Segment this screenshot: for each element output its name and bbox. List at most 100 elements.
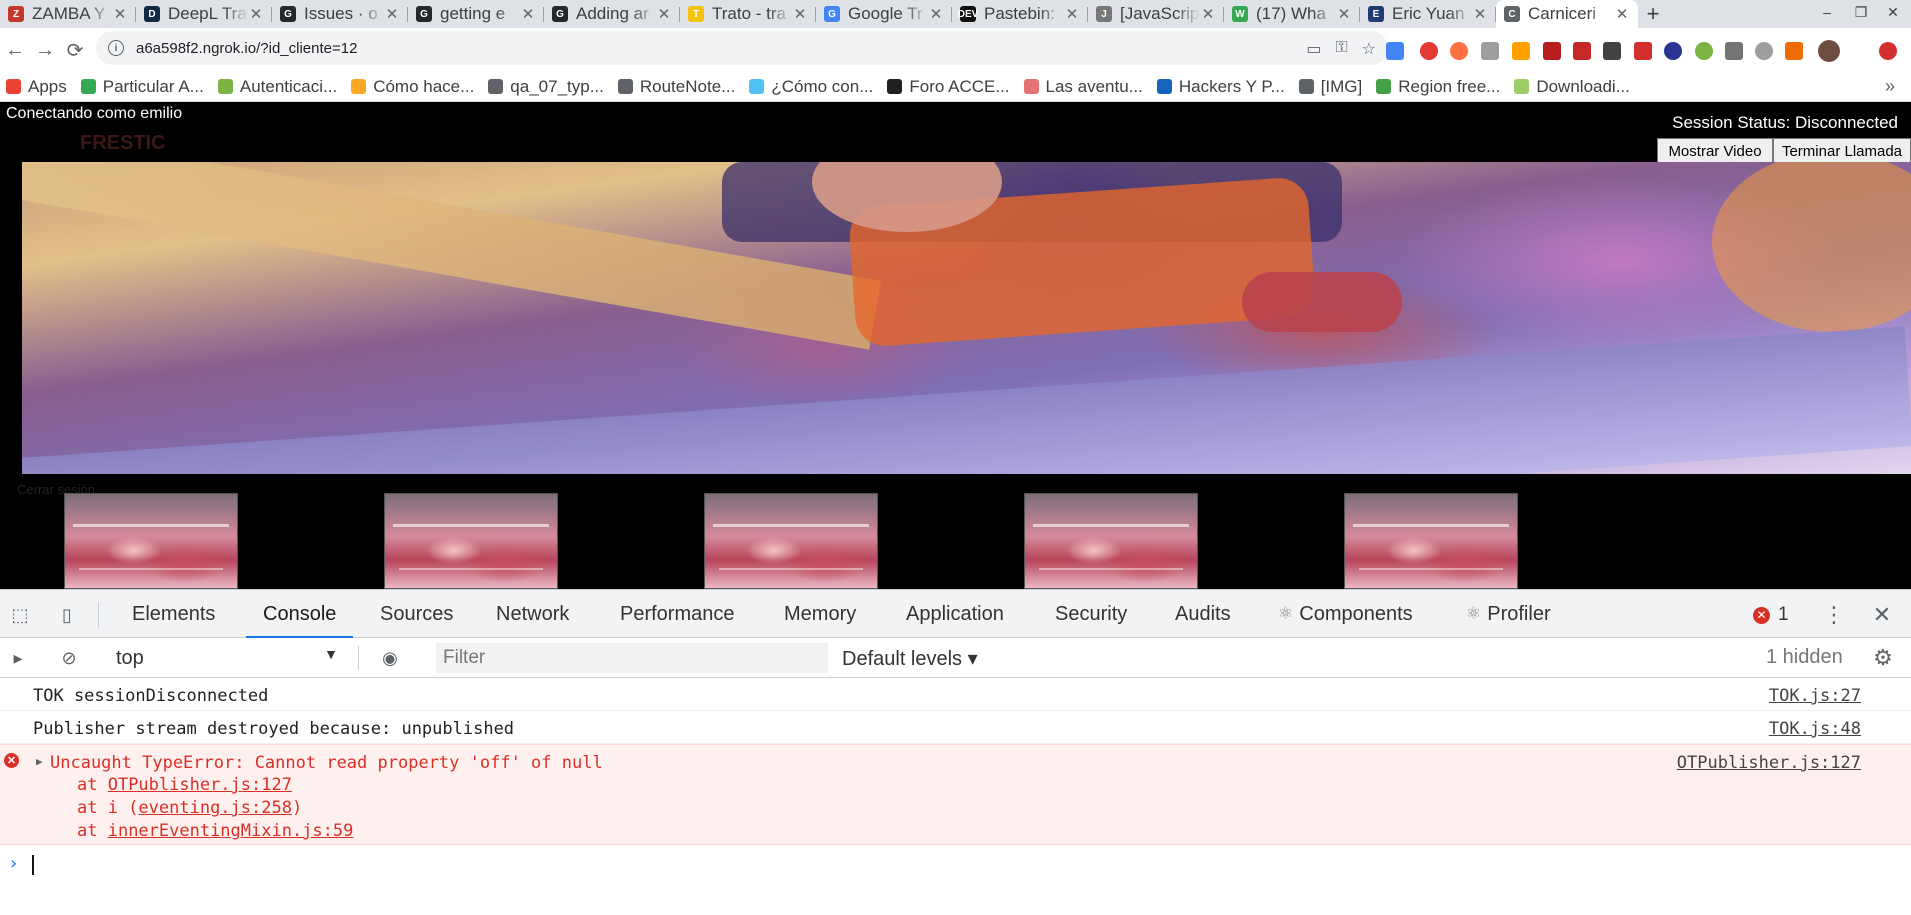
camera-thumbnail[interactable] (64, 493, 238, 589)
reload-button[interactable]: ⟳ (60, 35, 90, 65)
clear-console-icon[interactable]: ⊘ (58, 647, 80, 669)
tab-components[interactable]: ⚛ Components (1278, 590, 1413, 638)
stack-link[interactable]: innerEventingMixin.js:59 (108, 821, 354, 841)
bookmark-item[interactable]: Particular A... (80, 77, 204, 97)
bookmark-item[interactable]: Downloadi... (1514, 77, 1630, 97)
video-stream[interactable] (22, 162, 1911, 474)
browser-tab[interactable]: Ggetting e ✕ (408, 0, 544, 28)
eye-icon[interactable]: ◉ (379, 647, 401, 669)
avatar[interactable] (1818, 40, 1840, 62)
source-link[interactable]: TOK.js:48 (1769, 719, 1861, 739)
bookmark-item[interactable]: Foro ACCE... (887, 77, 1010, 97)
tab-elements[interactable]: Elements (132, 590, 215, 638)
browser-tab[interactable]: Z ZAMBA Y ✕ (0, 0, 136, 28)
minimize-icon[interactable]: – (1812, 4, 1842, 20)
close-tab-icon[interactable]: ✕ (520, 5, 536, 23)
source-link[interactable]: TOK.js:27 (1769, 686, 1861, 706)
error-text[interactable]: Uncaught TypeError: Cannot read property… (50, 753, 603, 773)
extension-icon[interactable] (1755, 42, 1773, 60)
play-extension-icon[interactable] (1695, 42, 1713, 60)
close-tab-icon[interactable]: ✕ (1472, 5, 1488, 23)
address-bar[interactable]: i a6a598f2.ngrok.io/?id_cliente=12 ▭ ⚿ ☆ (96, 31, 1388, 65)
yab-extension-icon[interactable] (1420, 42, 1438, 60)
close-tab-icon[interactable]: ✕ (1064, 5, 1080, 23)
browser-tab[interactable]: C Carniceri ✕ (1496, 0, 1638, 28)
extension-icon[interactable] (1450, 42, 1468, 60)
bookmarks-overflow-icon[interactable]: » (1885, 76, 1895, 97)
close-tab-icon[interactable]: ✕ (248, 5, 264, 23)
bookmark-item[interactable]: ¿Cómo con... (749, 77, 873, 97)
restore-icon[interactable]: ❐ (1846, 4, 1876, 21)
bookmark-item[interactable]: Las aventu... (1023, 77, 1143, 97)
close-tab-icon[interactable]: ✕ (384, 5, 400, 23)
shield-extension-icon[interactable] (1573, 42, 1591, 60)
close-tab-icon[interactable]: ✕ (656, 5, 672, 23)
end-call-button[interactable]: Terminar Llamada (1773, 138, 1911, 165)
extension-icon[interactable] (1543, 42, 1561, 60)
camera-off-icon[interactable]: ▭ (1306, 39, 1321, 59)
log-levels-dropdown[interactable]: Default levels ▾ (842, 646, 978, 671)
tab-memory[interactable]: Memory (784, 590, 856, 638)
context-select[interactable]: top ▼ (108, 644, 346, 672)
extension-icon[interactable] (1725, 42, 1743, 60)
close-tab-icon[interactable]: ✕ (792, 5, 808, 23)
redux-extension-icon[interactable] (1664, 42, 1682, 60)
camera-thumbnail[interactable] (1344, 493, 1518, 589)
tab-profiler[interactable]: ⚛ Profiler (1466, 590, 1551, 638)
browser-tab[interactable]: D DeepL Tra ✕ (136, 0, 272, 28)
stack-link[interactable]: eventing.js:258 (138, 798, 292, 818)
tab-audits[interactable]: Audits (1175, 590, 1231, 638)
back-button[interactable]: ← (0, 35, 30, 65)
close-tab-icon[interactable]: ✕ (928, 5, 944, 23)
close-tab-icon[interactable]: ✕ (112, 5, 128, 23)
bookmark-item[interactable]: Region free... (1376, 77, 1500, 97)
filter-input[interactable]: Filter (436, 643, 828, 673)
new-tab-button[interactable]: + (1638, 0, 1668, 28)
tab-console[interactable]: Console (245, 590, 354, 639)
bookmark-item[interactable]: [IMG] (1298, 77, 1362, 97)
show-video-button[interactable]: Mostrar Video (1657, 138, 1773, 165)
extension-icon[interactable] (1512, 42, 1530, 60)
bookmark-item[interactable]: Cómo hace... (351, 77, 474, 97)
gear-icon[interactable]: ⚙ (1872, 645, 1894, 670)
stack-link[interactable]: OTPublisher.js:127 (108, 775, 292, 795)
bookmark-item[interactable]: RouteNote... (617, 77, 735, 97)
tab-security[interactable]: Security (1055, 590, 1127, 638)
more-options-icon[interactable]: ⋮ (1823, 602, 1845, 627)
tab-sources[interactable]: Sources (380, 590, 453, 638)
star-icon[interactable]: ☆ (1362, 39, 1376, 59)
camera-thumbnail[interactable] (704, 493, 878, 589)
camera-thumbnail[interactable] (1024, 493, 1198, 589)
console-prompt[interactable]: › (0, 845, 1911, 885)
browser-tab[interactable]: G Adding ar ✕ (544, 0, 680, 28)
apps-shortcut[interactable]: Apps (6, 77, 67, 97)
browser-tab[interactable]: G Issues · o ✕ (272, 0, 408, 28)
extension-icon[interactable] (1634, 42, 1652, 60)
tab-application[interactable]: Application (906, 590, 1004, 638)
vue-extension-icon[interactable] (1481, 42, 1499, 60)
forward-button[interactable]: → (30, 35, 60, 65)
browser-tab[interactable]: G Google Tr ✕ (816, 0, 952, 28)
bookmark-item[interactable]: Autenticaci... (217, 77, 337, 97)
update-icon[interactable] (1879, 42, 1897, 60)
browser-tab[interactable]: T Trato - tra ✕ (680, 0, 816, 28)
browser-tab[interactable]: J [JavaScrip ✕ (1088, 0, 1224, 28)
inspect-element-icon[interactable]: ⬚ (9, 604, 31, 626)
extension-icon[interactable] (1785, 42, 1803, 60)
close-devtools-icon[interactable]: ✕ (1871, 602, 1893, 627)
close-tab-icon[interactable]: ✕ (1200, 5, 1216, 23)
translate-extension-icon[interactable] (1386, 42, 1404, 60)
close-tab-icon[interactable]: ✕ (1336, 5, 1352, 23)
close-tab-icon[interactable]: ✕ (1614, 5, 1630, 23)
key-icon[interactable]: ⚿ (1335, 39, 1347, 59)
error-count-badge[interactable]: ✕ 1 (1753, 604, 1789, 626)
close-window-icon[interactable]: ✕ (1878, 4, 1908, 21)
browser-tab[interactable]: W (17) Wha ✕ (1224, 0, 1360, 28)
extension-icon[interactable] (1603, 42, 1621, 60)
device-toolbar-icon[interactable]: ▯ (56, 604, 78, 626)
info-icon[interactable]: i (108, 40, 124, 56)
browser-tab[interactable]: DEV Pastebin: ✕ (952, 0, 1088, 28)
tab-performance[interactable]: Performance (620, 590, 735, 638)
bookmark-item[interactable]: Hackers Y P... (1156, 77, 1285, 97)
url-text[interactable]: a6a598f2.ngrok.io/?id_cliente=12 (136, 40, 357, 57)
